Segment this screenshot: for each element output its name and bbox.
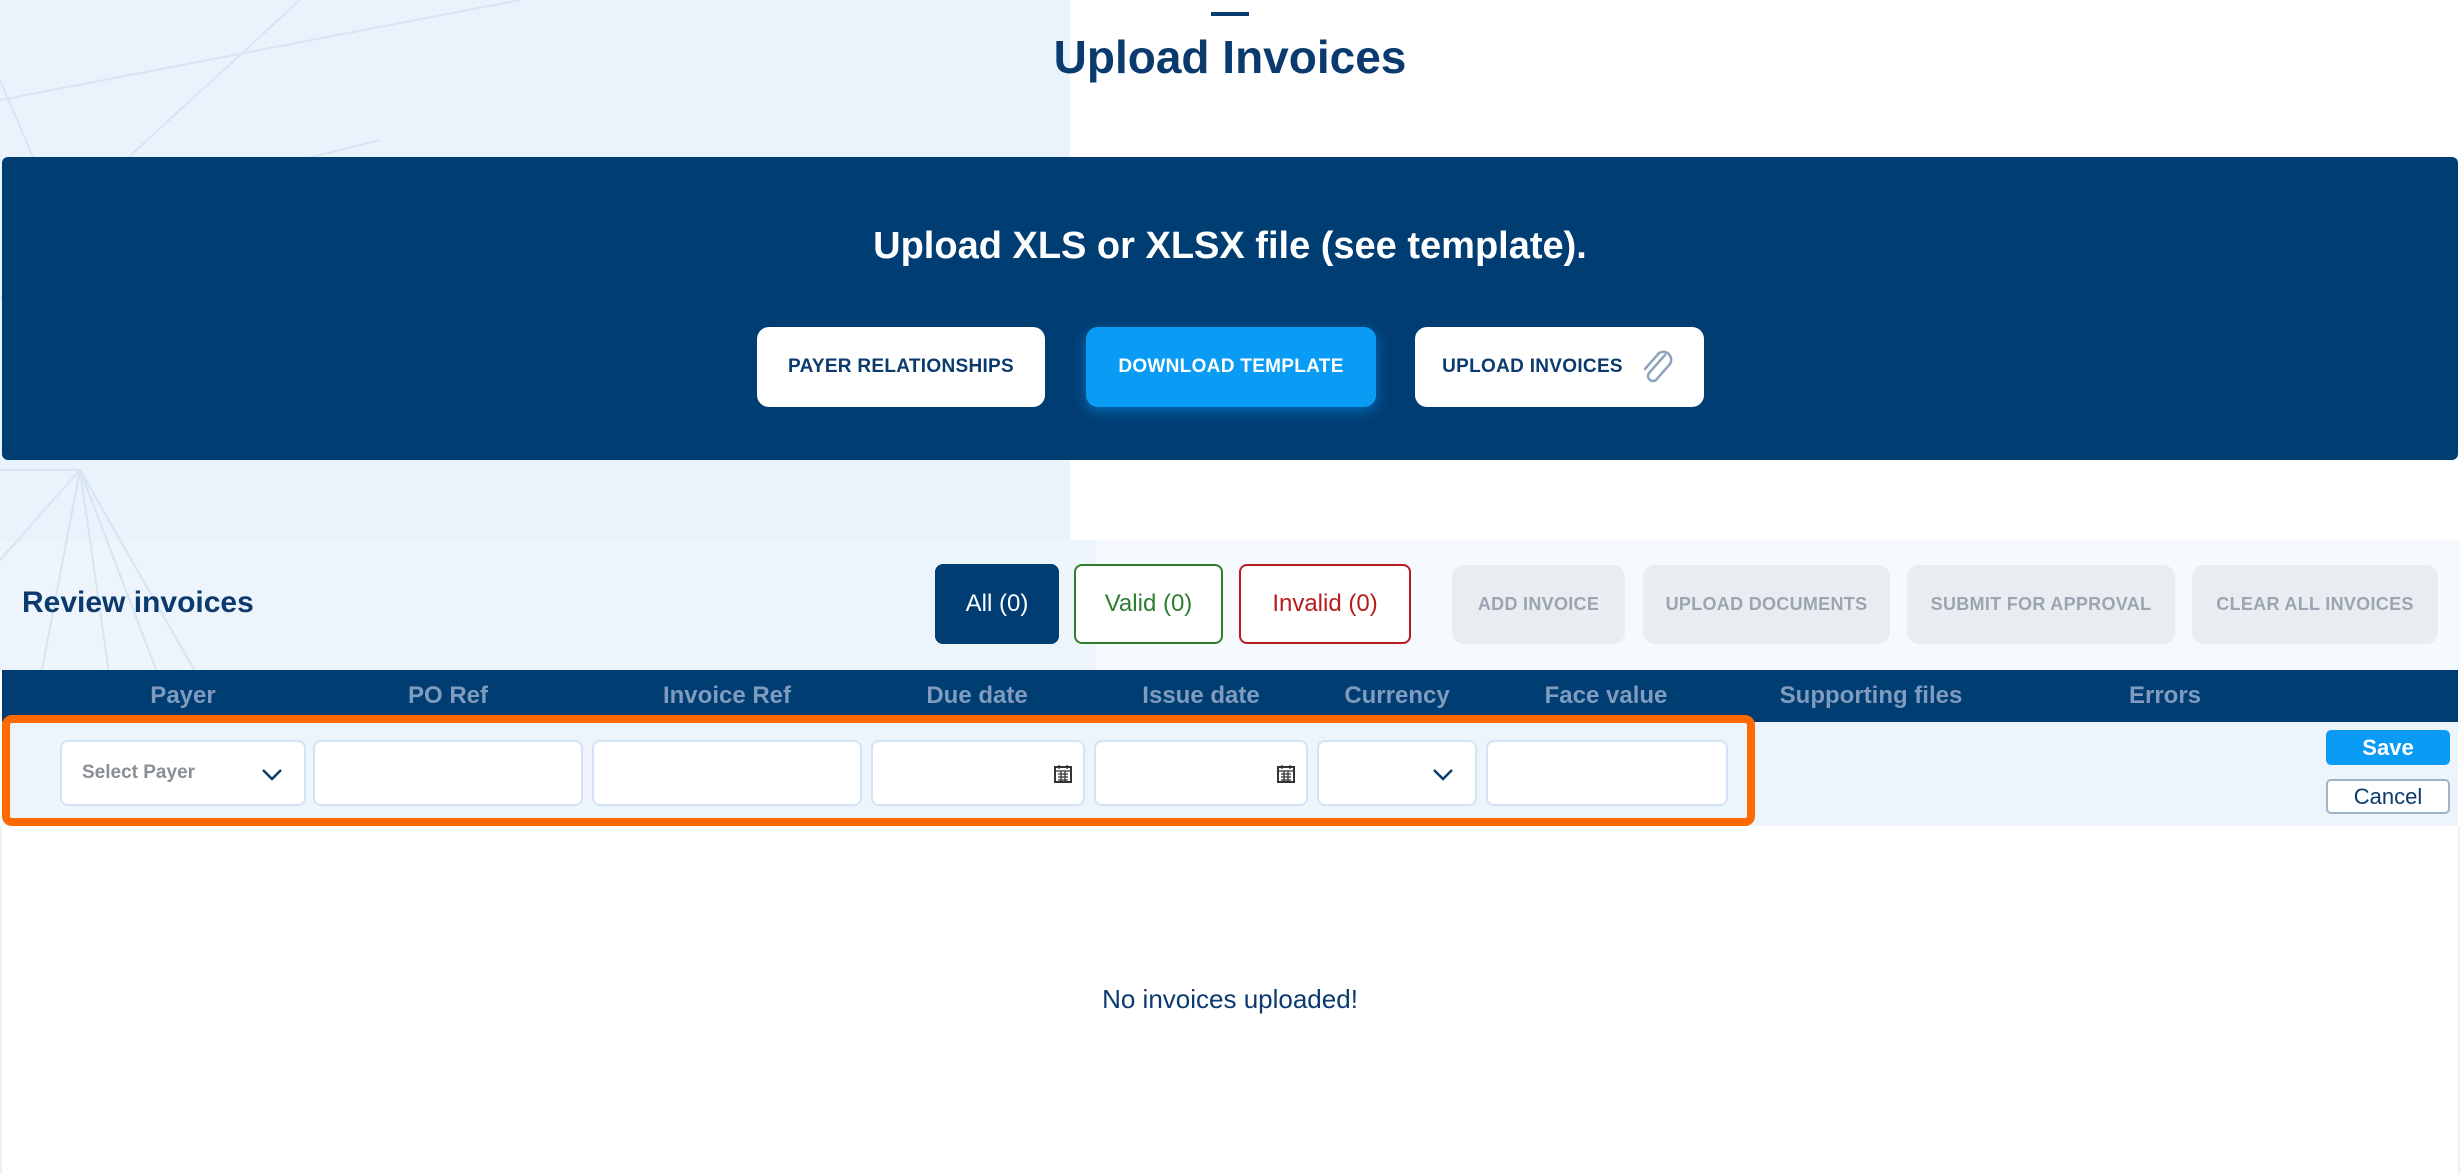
title-accent-line: [1211, 12, 1249, 16]
currency-select[interactable]: [1317, 740, 1477, 806]
page-title: Upload Invoices: [1053, 31, 1407, 83]
payer-relationships-label: PAYER RELATIONSHIPS: [788, 356, 1014, 377]
filter-invalid-button[interactable]: Invalid (0): [1239, 564, 1411, 644]
due-date-input[interactable]: [871, 740, 1085, 806]
review-invoices-title: Review invoices: [22, 586, 254, 619]
column-header-invoice-ref: Invoice Ref: [662, 682, 792, 709]
upload-documents-button[interactable]: UPLOAD DOCUMENTS: [1643, 565, 1890, 644]
chevron-down-icon: [262, 769, 282, 781]
chevron-down-icon: [1433, 769, 1453, 781]
column-header-face-value: Face value: [1544, 682, 1668, 709]
column-header-supporting-files: Supporting files: [1779, 682, 1963, 709]
upload-banner: Upload XLS or XLSX file (see template). …: [2, 157, 2458, 460]
column-header-errors: Errors: [2128, 682, 2202, 709]
payer-relationships-button[interactable]: PAYER RELATIONSHIPS: [757, 327, 1045, 407]
clear-all-invoices-button[interactable]: CLEAR ALL INVOICES: [2192, 565, 2438, 644]
invoice-ref-input[interactable]: [592, 740, 862, 806]
paperclip-icon: [1637, 347, 1677, 387]
payer-select[interactable]: Select Payer: [60, 740, 306, 806]
column-header-currency: Currency: [1344, 682, 1450, 709]
empty-state-message: No invoices uploaded!: [1102, 984, 1358, 1014]
upload-invoices-button[interactable]: UPLOAD INVOICES: [1415, 327, 1704, 407]
submit-for-approval-button[interactable]: SUBMIT FOR APPROVAL: [1907, 565, 2175, 644]
po-ref-input[interactable]: [313, 740, 583, 806]
upload-banner-heading: Upload XLS or XLSX file (see template).: [873, 225, 1587, 267]
save-button[interactable]: Save: [2326, 730, 2450, 765]
cancel-button[interactable]: Cancel: [2326, 779, 2450, 814]
filter-all-button[interactable]: All (0): [935, 564, 1059, 644]
download-template-button[interactable]: DOWNLOAD TEMPLATE: [1086, 327, 1376, 407]
add-invoice-button[interactable]: ADD INVOICE: [1452, 565, 1625, 644]
calendar-icon[interactable]: [1053, 764, 1073, 784]
payer-select-placeholder: Select Payer: [82, 762, 196, 783]
column-header-po-ref: PO Ref: [407, 682, 489, 709]
face-value-input[interactable]: [1486, 740, 1728, 806]
download-template-label: DOWNLOAD TEMPLATE: [1118, 356, 1344, 377]
column-header-issue-date: Issue date: [1142, 682, 1260, 709]
column-header-due-date: Due date: [926, 682, 1028, 709]
issue-date-input[interactable]: [1094, 740, 1308, 806]
table-header: Payer PO Ref Invoice Ref Due date Issue …: [2, 670, 2458, 722]
calendar-icon[interactable]: [1276, 764, 1296, 784]
upload-invoices-label: UPLOAD INVOICES: [1442, 356, 1623, 377]
column-header-payer: Payer: [150, 682, 216, 709]
filter-valid-button[interactable]: Valid (0): [1074, 564, 1223, 644]
